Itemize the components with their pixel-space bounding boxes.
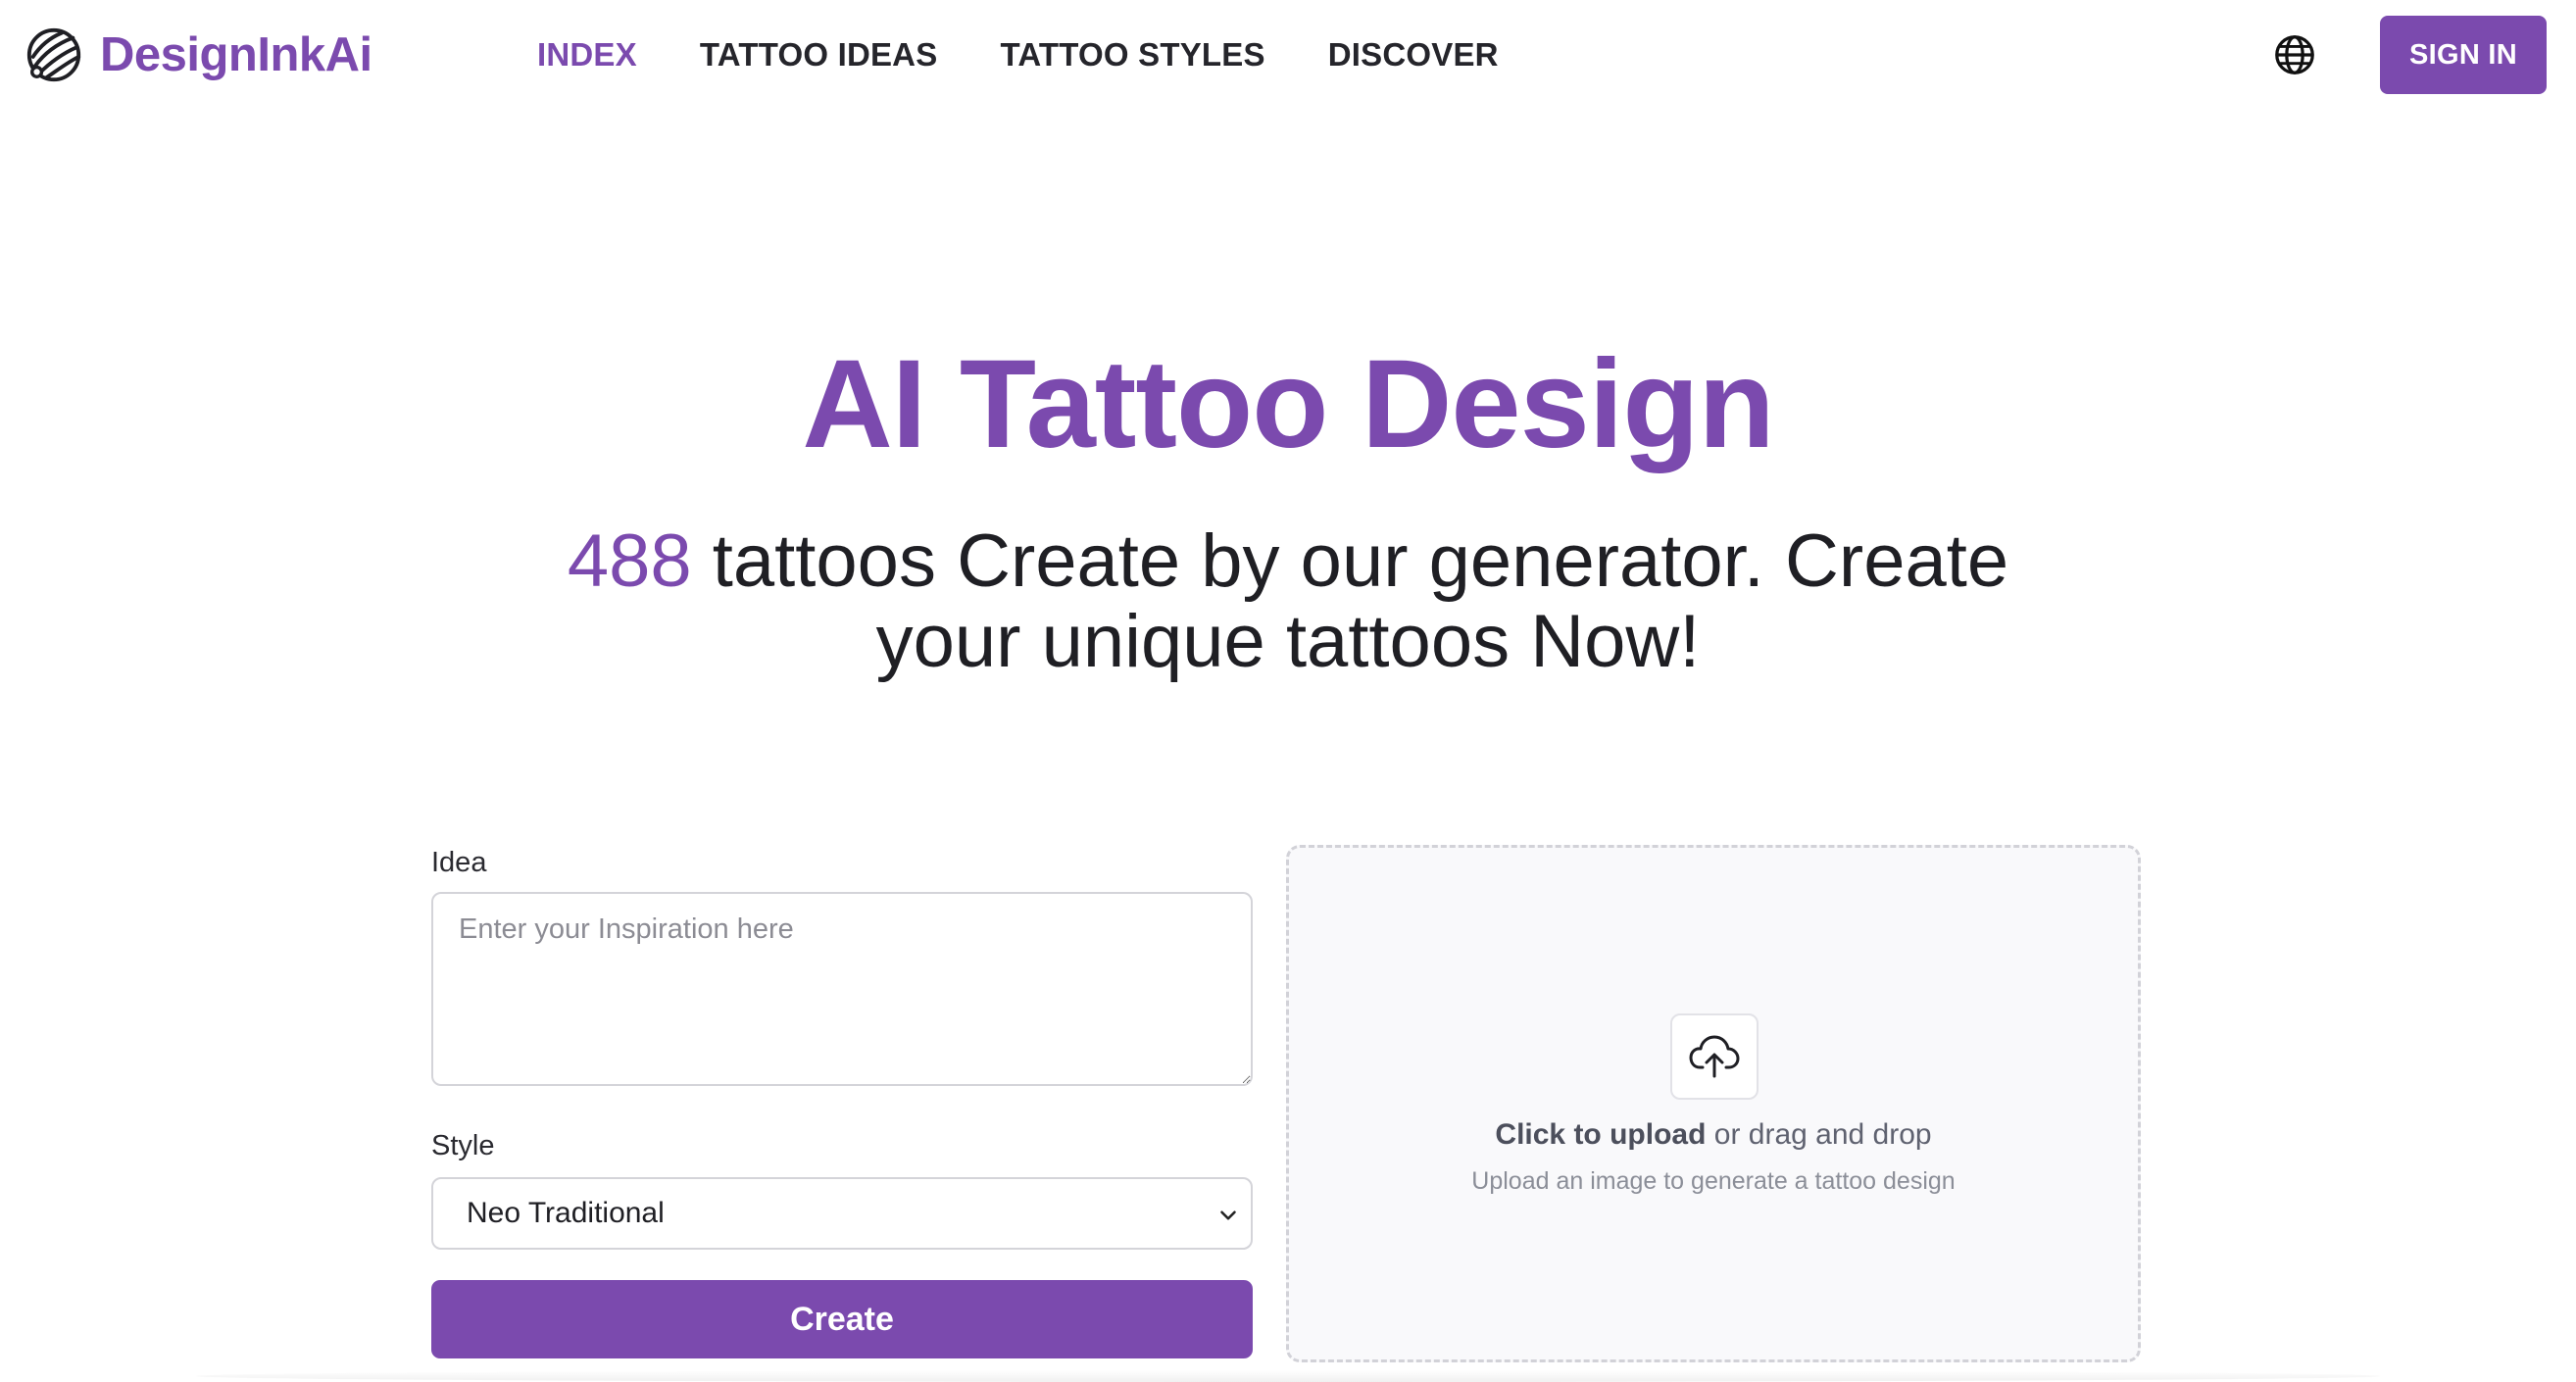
- upload-icon-container: [1670, 1013, 1759, 1100]
- chevron-down-icon: [1220, 1210, 1236, 1220]
- nav-item-index[interactable]: INDEX: [537, 36, 637, 74]
- style-selected-value: Neo Traditional: [467, 1197, 665, 1229]
- tattoo-count: 488: [567, 519, 692, 603]
- brand-logo[interactable]: DesignInkAi: [24, 22, 372, 88]
- nav-item-discover[interactable]: DISCOVER: [1328, 36, 1499, 74]
- upload-dropzone[interactable]: Click to upload or drag and drop Upload …: [1286, 845, 2141, 1362]
- create-button[interactable]: Create: [431, 1280, 1253, 1358]
- globe-icon[interactable]: [2272, 32, 2317, 77]
- idea-label: Idea: [431, 847, 487, 878]
- ink-swirl-logo-icon: [26, 27, 81, 82]
- nav-item-tattoo-ideas[interactable]: TATTOO IDEAS: [700, 36, 938, 74]
- brand-name: DesignInkAi: [100, 28, 372, 81]
- drag-drop-text: or drag and drop: [1706, 1118, 1932, 1151]
- cloud-upload-icon: [1689, 1035, 1740, 1078]
- style-label: Style: [431, 1130, 495, 1161]
- sign-in-button[interactable]: SIGN IN: [2380, 16, 2547, 94]
- page-title: AI Tattoo Design: [802, 334, 1774, 474]
- site-header: DesignInkAi INDEX TATTOO IDEAS TATTOO ST…: [0, 0, 2576, 110]
- style-select[interactable]: Neo Traditional: [431, 1177, 1253, 1250]
- section-divider-shadow: [196, 1370, 2380, 1382]
- hero-subtitle-text: tattoos Create by our generator. Create …: [691, 519, 2009, 683]
- hero-subtitle: 488 tattoos Create by our generator. Cre…: [504, 521, 2072, 682]
- nav-item-tattoo-styles[interactable]: TATTOO STYLES: [1000, 36, 1264, 74]
- idea-input[interactable]: [431, 892, 1253, 1086]
- main-nav: INDEX TATTOO IDEAS TATTOO STYLES DISCOVE…: [537, 29, 1561, 80]
- upload-instruction: Click to upload or drag and drop: [1289, 1118, 2138, 1152]
- upload-hint: Upload an image to generate a tattoo des…: [1471, 1167, 1956, 1195]
- click-to-upload-link[interactable]: Click to upload: [1495, 1118, 1706, 1151]
